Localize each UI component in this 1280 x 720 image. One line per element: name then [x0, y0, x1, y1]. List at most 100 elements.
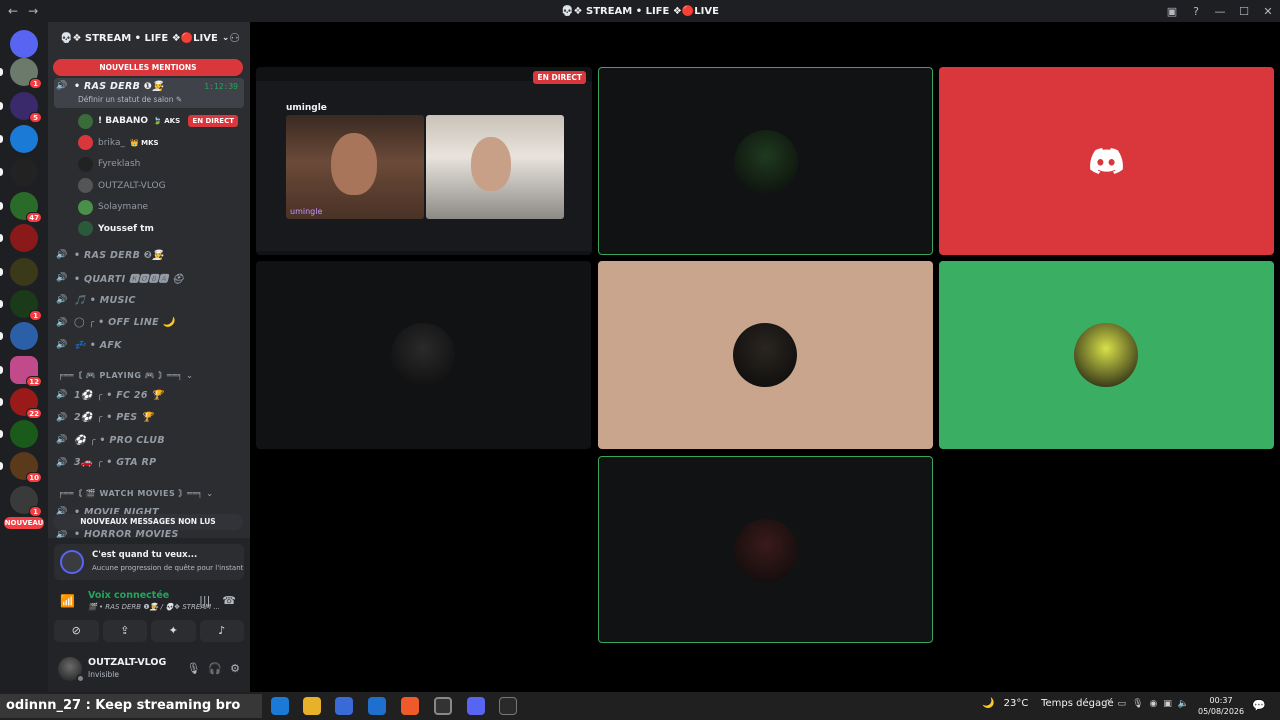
new-indicator[interactable]: NOUVEAU — [4, 517, 44, 529]
voice-channel[interactable]: 🔊 💤 • AFK — [54, 335, 244, 355]
server-icon[interactable]: 1 — [10, 58, 42, 89]
close-icon[interactable]: ✕ — [1256, 5, 1280, 18]
file-explorer-icon[interactable] — [303, 697, 321, 715]
voice-member[interactable]: Fyreklash — [78, 154, 244, 174]
settings-icon[interactable]: ⚙ — [230, 662, 240, 675]
channel-name: ⚽ ╭ • PRO CLUB — [74, 434, 165, 446]
voice-member[interactable]: ! BABANO 🍃 AKS EN DIRECT — [78, 111, 244, 131]
active-voice-channel[interactable]: 🔊 • RAS DERB ❶👨‍🍳 1:12:39 Définir un sta… — [54, 78, 244, 108]
babano-tile[interactable] — [598, 67, 933, 255]
edge-icon[interactable] — [271, 697, 289, 715]
category-playing[interactable]: ╒══〘 🎮 PLAYING 🎮 〙══╕ ⌄ — [58, 370, 238, 381]
voice-member[interactable]: brika_ 👑 MKS — [78, 133, 244, 153]
server-icon[interactable]: 5 — [10, 92, 42, 123]
window-controls: ▣ ? — ☐ ✕ — [1160, 0, 1280, 22]
weather-widget[interactable]: 🌙 23°C Temps dégagé — [982, 698, 1114, 709]
server-icon[interactable] — [10, 322, 38, 350]
server-icon[interactable]: 1 — [10, 290, 42, 321]
system-tray: ^ ▭ 🎙 ◉ ▣ 🔈 — [1104, 699, 1189, 709]
voice-channel[interactable]: 🔊 ◯ ╭ • OFF LINE 🌙 — [54, 313, 244, 333]
add-member-icon[interactable]: ⚇ — [229, 31, 240, 45]
server-icon[interactable]: 12 — [10, 356, 42, 387]
server-icon[interactable]: 22 — [10, 388, 42, 419]
microphone-icon[interactable]: 🎙 — [186, 662, 200, 675]
avatar — [78, 135, 93, 150]
speaker-icon: 🔊 — [56, 317, 68, 328]
category-movies[interactable]: ╒══〘 🎬 WATCH MOVIES 〙══╕ ⌄ — [58, 488, 238, 499]
voice-channel[interactable]: 🔊 2⚽ ╭ • PES 🏆 — [54, 408, 244, 428]
camera-off-button[interactable]: ⊘ — [54, 620, 99, 642]
unread-indicator — [0, 68, 3, 76]
server-icon[interactable] — [10, 224, 38, 252]
user-area[interactable]: OUTZALT-VLOG Invisible 🎙 🎧 ⚙ — [54, 654, 244, 684]
speaker-icon: 🔊 — [56, 412, 68, 423]
discord-icon[interactable] — [467, 697, 485, 715]
clock[interactable]: 00:37 05/08/2026 — [1198, 695, 1244, 717]
voice-channel[interactable]: 🔊 • RAS DERB ❷👨‍🍳 — [54, 245, 244, 265]
voice-channel[interactable]: 🔊 🎵 • MUSIC — [54, 290, 244, 310]
channel-status[interactable]: Définir un statut de salon ✎ — [78, 95, 182, 104]
tray-icon[interactable]: ▭ — [1118, 699, 1127, 709]
network-icon[interactable]: ▣ — [1163, 699, 1172, 709]
voice-channel[interactable]: 🔊 • QUARTI 🅺🅾🅱🅰 ⛑ — [54, 268, 244, 288]
brave-icon[interactable] — [401, 697, 419, 715]
store-icon[interactable] — [335, 697, 353, 715]
new-mentions-pill[interactable]: NOUVELLES MENTIONS — [53, 59, 243, 76]
voice-member[interactable]: Youssef tm — [78, 219, 244, 239]
screen-share-button[interactable]: ⇪ — [102, 620, 147, 642]
server-icon[interactable] — [10, 258, 38, 286]
nav-buttons: ← → — [8, 4, 38, 18]
voice-status[interactable]: Voix connectée — [88, 590, 169, 601]
epic-games-icon[interactable] — [499, 697, 517, 715]
notification-icon[interactable]: 💬 — [1252, 699, 1266, 712]
obs-icon[interactable] — [434, 697, 452, 715]
voice-channel[interactable]: 🔊 ⚽ ╭ • PRO CLUB — [54, 430, 244, 450]
maximize-icon[interactable]: ☐ — [1232, 5, 1256, 18]
guild-header[interactable]: 💀❖ STREAM • LIFE ❖🔴LIVE ⌄ ⚇ — [48, 22, 250, 54]
noise-suppression-icon[interactable]: ||| — [199, 594, 210, 607]
fyreklash-tile[interactable] — [256, 261, 591, 449]
unread-indicator — [0, 268, 3, 276]
server-icon[interactable] — [10, 420, 38, 448]
outzalt-tile[interactable] — [598, 261, 933, 449]
home-icon[interactable] — [10, 30, 38, 58]
moon-icon: 🌙 — [982, 698, 995, 709]
unread-badge: 5 — [29, 112, 42, 123]
quest-card[interactable]: C'est quand tu veux... Aucune progressio… — [54, 544, 244, 580]
minimize-icon[interactable]: — — [1208, 5, 1232, 18]
voice-actions: ⊘ ⇪ ✦ ♪ — [54, 620, 244, 642]
stream-tile[interactable]: umingle umingle EN DIRECT — [256, 67, 592, 255]
server-icon[interactable]: 47 — [10, 192, 42, 223]
headphones-icon[interactable]: 🎧 — [208, 662, 222, 675]
disconnect-icon[interactable]: ☎ — [222, 594, 236, 607]
activities-button[interactable]: ✦ — [151, 620, 196, 642]
server-icon[interactable]: 10 — [10, 452, 42, 483]
help-icon[interactable]: ? — [1184, 5, 1208, 18]
location-icon[interactable]: ◉ — [1150, 699, 1158, 709]
voice-member[interactable]: OUTZALT-VLOG — [78, 176, 244, 196]
back-icon[interactable]: ← — [8, 4, 18, 18]
youssef-tile[interactable] — [598, 456, 933, 643]
server-icon[interactable]: 1 — [10, 486, 42, 517]
speaker-icon[interactable]: 🔈 — [1178, 699, 1189, 709]
inbox-icon[interactable]: ▣ — [1160, 5, 1184, 18]
server-icon[interactable] — [10, 158, 38, 186]
channel-name: • RAS DERB ❶👨‍🍳 — [74, 81, 165, 92]
server-icon[interactable] — [10, 125, 38, 153]
microphone-icon[interactable]: 🎙 — [1132, 699, 1143, 709]
voice-channel[interactable]: 🔊 3🚗 ╭ • GTA RP — [54, 453, 244, 473]
outlook-icon[interactable] — [368, 697, 386, 715]
voice-channel[interactable]: 🔊 1⚽ ╭ • FC 26 🏆 — [54, 385, 244, 405]
soundboard-button[interactable]: ♪ — [199, 620, 244, 642]
chevron-up-icon[interactable]: ^ — [1104, 699, 1112, 709]
unread-badge: 22 — [26, 408, 42, 419]
webcam-right — [426, 115, 564, 219]
new-unread-pill[interactable]: NOUVEAUX MESSAGES NON LUS — [53, 514, 243, 530]
stream-video: umingle umingle — [256, 81, 592, 251]
discord-tile[interactable] — [939, 67, 1274, 255]
quest-subtitle: Aucune progression de quête pour l'insta… — [92, 564, 244, 572]
signal-icon: 📶 — [60, 594, 75, 608]
forward-icon[interactable]: → — [28, 4, 38, 18]
solaymane-tile[interactable] — [939, 261, 1274, 449]
voice-member[interactable]: Solaymane — [78, 197, 244, 217]
